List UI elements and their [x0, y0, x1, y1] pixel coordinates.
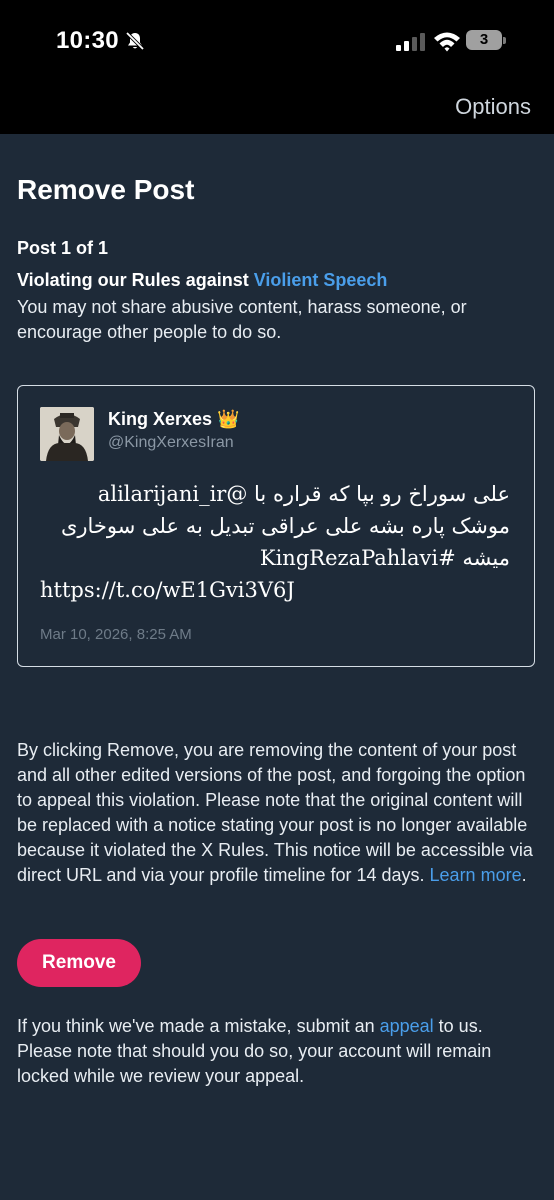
status-bar: 10:30 3 — [0, 0, 554, 82]
violation-prefix: Violating our Rules against — [17, 270, 254, 290]
post-line: موشک پاره بشه علی عراقی تبدیل به علی سوخ… — [60, 514, 510, 538]
post-count: Post 1 of 1 — [17, 238, 109, 258]
post-text: علی سوراخ رو بپا که قراره با @alilarijan… — [40, 478, 510, 606]
removal-notice-text: By clicking Remove, you are removing the… — [17, 740, 533, 885]
avatar[interactable] — [40, 407, 94, 461]
violent-speech-link[interactable]: Violient Speech — [254, 270, 388, 290]
author-handle: @KingXerxesIran — [108, 434, 234, 451]
post-line: علی سوراخ رو بپا که قراره با @alilarijan… — [97, 482, 510, 506]
post-link[interactable]: https://t.co/wE1Gvi3V6J — [40, 574, 510, 606]
appeal-notice: If you think we've made a mistake, submi… — [17, 1014, 541, 1089]
battery-level: 3 — [479, 31, 489, 48]
bell-muted-icon — [125, 31, 145, 51]
post-date: Mar 10, 2026, 8:25 AM — [40, 626, 192, 643]
battery-icon: 3 — [466, 30, 508, 52]
crown-icon: 👑 — [217, 409, 240, 429]
learn-more-link[interactable]: Learn more — [430, 865, 522, 885]
appeal-link[interactable]: appeal — [380, 1016, 434, 1036]
removal-notice: By clicking Remove, you are removing the… — [17, 738, 537, 888]
violation-heading: Violating our Rules against Violient Spe… — [17, 270, 387, 291]
post-card: King Xerxes 👑 @KingXerxesIran علی سوراخ … — [17, 385, 535, 667]
remove-button[interactable]: Remove — [17, 939, 141, 987]
header: Options — [0, 82, 554, 134]
author-display-name: King Xerxes — [108, 409, 213, 429]
appeal-prefix: If you think we've made a mistake, submi… — [17, 1016, 380, 1036]
options-button[interactable]: Options — [455, 94, 531, 120]
violation-description: You may not share abusive content, haras… — [17, 297, 467, 342]
notice-period: . — [521, 865, 527, 885]
post-line: میشه #KingRezaPahlavi — [259, 546, 510, 570]
author-name: King Xerxes 👑 — [108, 409, 239, 430]
status-time: 10:30 — [56, 27, 119, 54]
signal-icon — [396, 33, 425, 51]
wifi-icon — [434, 32, 460, 52]
page-title: Remove Post — [17, 174, 195, 205]
